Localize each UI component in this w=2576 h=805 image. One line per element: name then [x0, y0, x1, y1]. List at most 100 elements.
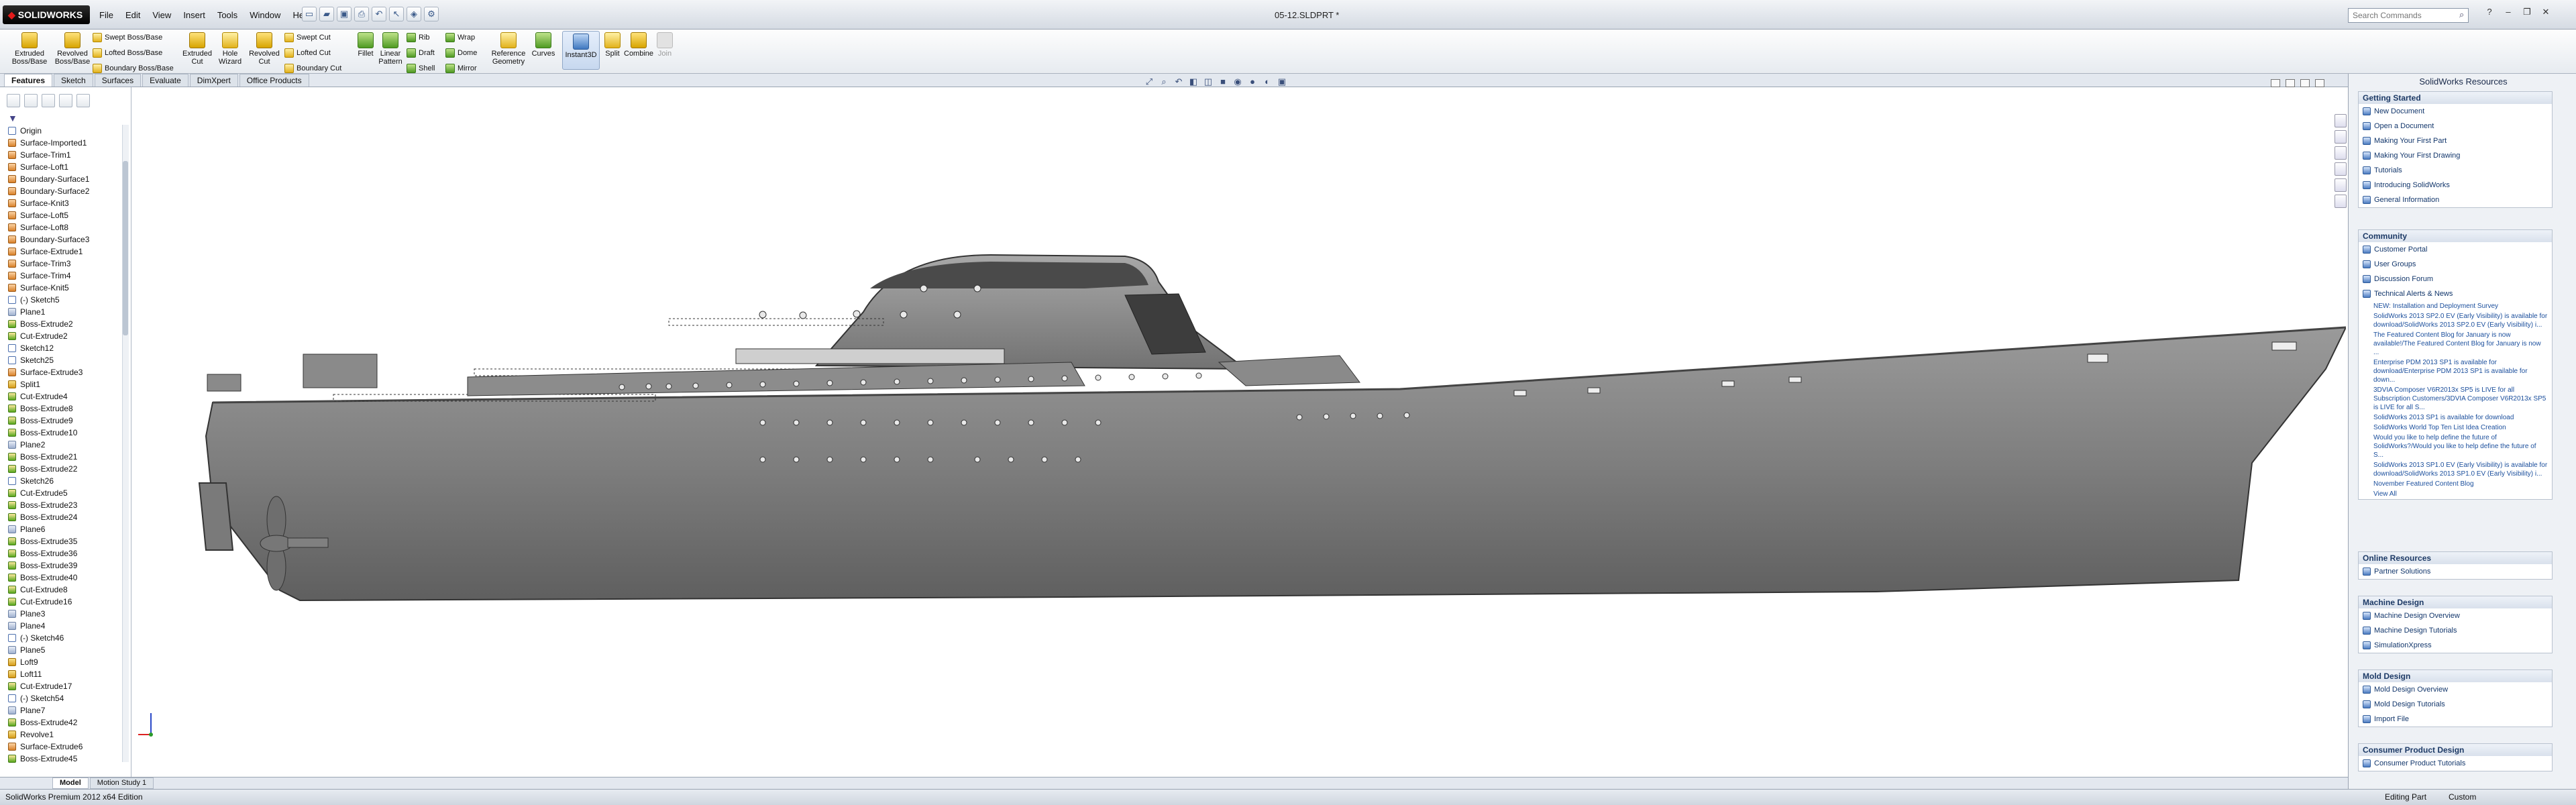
previous-view-icon[interactable]: ↶ [1173, 76, 1184, 87]
section-header[interactable]: Machine Design [2359, 596, 2552, 608]
search-input[interactable] [2348, 8, 2469, 23]
tree-item[interactable]: Surface-Trim3 [8, 258, 119, 270]
tab-features[interactable]: Features [4, 74, 53, 87]
resource-link[interactable]: Partner Solutions [2359, 564, 2552, 579]
view-orientation-icon[interactable]: ◫ [1203, 76, 1214, 87]
extruded-cut-button[interactable]: Extruded Cut [177, 32, 217, 66]
resource-link[interactable]: SimulationXpress [2359, 638, 2552, 653]
news-link[interactable]: SolidWorks 2013 SP1.0 EV (Early Visibili… [2359, 460, 2552, 479]
resource-link[interactable]: Machine Design Overview [2359, 608, 2552, 623]
tree-item[interactable]: Split1 [8, 378, 119, 390]
resource-link[interactable]: Machine Design Tutorials [2359, 623, 2552, 638]
tree-item[interactable]: Sketch25 [8, 354, 119, 366]
tree-item[interactable]: Loft9 [8, 656, 119, 668]
resource-link[interactable]: User Groups [2359, 257, 2552, 272]
tree-item[interactable]: Surface-Extrude3 [8, 366, 119, 378]
news-link[interactable]: Enterprise PDM 2013 SP1 is available for… [2359, 358, 2552, 385]
tab-dimxpert[interactable]: DimXpert [189, 74, 238, 87]
tree-item[interactable]: Surface-Knit3 [8, 197, 119, 209]
undo-icon[interactable]: ↶ [372, 7, 386, 21]
tab-office-products[interactable]: Office Products [239, 74, 309, 87]
view-palette-tab-icon[interactable] [2334, 162, 2347, 176]
tab-evaluate[interactable]: Evaluate [142, 74, 189, 87]
extruded-boss-button[interactable]: Extruded Boss/Base [9, 32, 50, 66]
tree-item[interactable]: Surface-Loft5 [8, 209, 119, 221]
news-link[interactable]: NEW: Installation and Deployment Survey [2359, 301, 2552, 311]
menu-edit[interactable]: Edit [120, 8, 146, 23]
lofted-cut-button[interactable]: Lofted Cut [284, 46, 341, 60]
configuration-manager-icon[interactable] [42, 94, 55, 107]
tree-item[interactable]: Plane5 [8, 644, 119, 656]
viewport-close-icon[interactable] [2315, 79, 2324, 87]
tree-item[interactable]: Cut-Extrude5 [8, 487, 119, 499]
view-all-link[interactable]: View All [2359, 489, 2552, 499]
tree-item[interactable]: Surface-Imported1 [8, 137, 119, 149]
tree-item[interactable]: Plane3 [8, 608, 119, 620]
news-link[interactable]: 3DVIA Composer V6R2013x SP5 is LIVE for … [2359, 385, 2552, 413]
hole-wizard-button[interactable]: Hole Wizard [213, 32, 247, 66]
viewport-restore-icon[interactable] [2300, 79, 2310, 87]
hide-show-icon[interactable]: ◉ [1232, 76, 1243, 87]
zoom-area-icon[interactable]: ⌕ [1159, 76, 1169, 87]
tree-item[interactable]: Origin [8, 125, 119, 137]
menu-file[interactable]: File [94, 8, 119, 23]
resource-link[interactable]: Import File [2359, 712, 2552, 727]
dimxpert-manager-icon[interactable] [59, 94, 72, 107]
join-button[interactable]: Join [655, 32, 675, 58]
curves-button[interactable]: Curves [530, 32, 557, 58]
tree-item[interactable]: Boundary-Surface2 [8, 185, 119, 197]
lofted-boss-button[interactable]: Lofted Boss/Base [93, 46, 174, 60]
resource-link[interactable]: Technical Alerts & News [2359, 286, 2552, 301]
section-header[interactable]: Mold Design [2359, 670, 2552, 682]
tree-item[interactable]: Revolve1 [8, 729, 119, 741]
resource-link[interactable]: Making Your First Part [2359, 133, 2552, 148]
tree-item[interactable]: Boss-Extrude42 [8, 716, 119, 729]
resource-link[interactable]: New Document [2359, 104, 2552, 119]
split-button[interactable]: Split [602, 32, 623, 58]
tab-model[interactable]: Model [52, 777, 89, 789]
tree-item[interactable]: Plane6 [8, 523, 119, 535]
tree-item[interactable]: Sketch12 [8, 342, 119, 354]
tree-item[interactable]: Boss-Extrude2 [8, 318, 119, 330]
tree-item[interactable]: Surface-Extrude6 [8, 741, 119, 753]
tree-scroll-thumb[interactable] [123, 161, 128, 335]
restore-icon[interactable]: ❐ [2520, 7, 2534, 20]
tab-surfaces[interactable]: Surfaces [94, 74, 142, 87]
tree-item[interactable]: Boss-Extrude36 [8, 547, 119, 559]
news-link[interactable]: The Featured Content Blog for January is… [2359, 330, 2552, 358]
minimize-icon[interactable]: – [2501, 7, 2516, 20]
select-arrow-icon[interactable]: ↖ [389, 7, 404, 21]
tree-item[interactable]: Plane1 [8, 306, 119, 318]
close-icon[interactable]: ✕ [2538, 7, 2553, 20]
tree-item[interactable]: Cut-Extrude17 [8, 680, 119, 692]
fillet-button[interactable]: Fillet [356, 32, 376, 58]
news-link[interactable]: SolidWorks World Top Ten List Idea Creat… [2359, 423, 2552, 433]
tree-item[interactable]: Cut-Extrude8 [8, 584, 119, 596]
revolved-boss-button[interactable]: Revolved Boss/Base [52, 32, 93, 66]
menu-tools[interactable]: Tools [212, 8, 243, 23]
save-icon[interactable]: ▣ [337, 7, 352, 21]
solidworks-logo[interactable]: ◆ SOLIDWORKS [3, 5, 90, 24]
tree-item[interactable]: Boundary-Surface1 [8, 173, 119, 185]
tree-item[interactable]: (-) Sketch54 [8, 692, 119, 704]
tree-item[interactable]: Boss-Extrude22 [8, 463, 119, 475]
news-link[interactable]: SolidWorks 2013 SP1 is available for dow… [2359, 413, 2552, 423]
feature-tree-icon[interactable] [7, 94, 20, 107]
help-icon[interactable]: ? [2482, 7, 2497, 20]
shell-button[interactable]: Shell [407, 62, 435, 75]
resource-link[interactable]: Mold Design Tutorials [2359, 697, 2552, 712]
section-header[interactable]: Community [2359, 230, 2552, 242]
boundary-boss-button[interactable]: Boundary Boss/Base [93, 62, 174, 75]
tree-item[interactable]: Boss-Extrude9 [8, 415, 119, 427]
open-folder-icon[interactable]: ▰ [319, 7, 334, 21]
tree-item[interactable]: Boss-Extrude24 [8, 511, 119, 523]
options-icon[interactable]: ⚙ [424, 7, 439, 21]
resource-link[interactable]: Customer Portal [2359, 242, 2552, 257]
tree-item[interactable]: (-) Sketch5 [8, 294, 119, 306]
tree-item[interactable]: (-) Sketch46 [8, 632, 119, 644]
view-settings-icon[interactable]: ▣ [1277, 76, 1287, 87]
tree-item[interactable]: Cut-Extrude4 [8, 390, 119, 402]
linear-pattern-button[interactable]: Linear Pattern [377, 32, 404, 66]
rebuild-icon[interactable]: ◈ [407, 7, 421, 21]
edit-appearance-icon[interactable]: ● [1247, 76, 1258, 87]
